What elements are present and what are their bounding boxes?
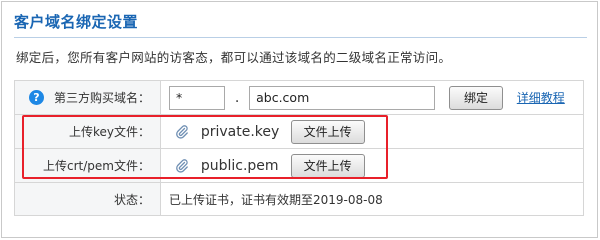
domain-separator: .	[234, 89, 240, 106]
bind-button[interactable]: 绑定	[448, 85, 503, 110]
status-value-cell: 已上传证书，证书有效期至2019-08-08	[160, 182, 584, 216]
status-text: 已上传证书，证书有效期至2019-08-08	[169, 192, 383, 207]
status-label-cell: 状态：	[14, 182, 161, 216]
key-row: 上传key文件： private.key 文件上传	[14, 114, 584, 149]
status-row: 状态： 已上传证书，证书有效期至2019-08-08	[14, 182, 584, 216]
paperclip-icon	[176, 158, 188, 173]
domain-row: ? 第三方购买域名： . 绑定 详细教程	[14, 80, 584, 115]
domain-label: 第三方购买域名：	[53, 91, 150, 105]
cert-row: 上传crt/pem文件： public.pem 文件上传	[14, 148, 584, 183]
paperclip-icon	[176, 124, 188, 139]
domain-value-cell: . 绑定 详细教程	[160, 80, 584, 115]
cert-label: 上传crt/pem文件：	[43, 159, 150, 173]
subdomain-input[interactable]	[169, 85, 225, 110]
key-label-cell: 上传key文件：	[14, 114, 161, 149]
key-label: 上传key文件：	[68, 125, 150, 139]
domain-label-cell: ? 第三方购买域名：	[14, 80, 161, 115]
binding-form: ? 第三方购买域名： . 绑定 详细教程 上传key文件： private.key…	[14, 80, 584, 216]
cert-file-name: public.pem	[200, 157, 279, 174]
page-title: 客户域名绑定设置	[14, 13, 139, 31]
help-icon[interactable]: ?	[28, 90, 44, 105]
key-file-name: private.key	[200, 123, 280, 140]
status-label: 状态：	[113, 192, 150, 207]
cert-label-cell: 上传crt/pem文件：	[14, 148, 161, 183]
cert-value-cell: public.pem 文件上传	[160, 148, 584, 183]
domain-input[interactable]	[249, 85, 436, 110]
key-value-cell: private.key 文件上传	[160, 114, 584, 149]
tutorial-link[interactable]: 详细教程	[517, 89, 565, 106]
page-description: 绑定后，您所有客户网站的访客态，都可以通过该域名的二级域名正常访问。	[16, 50, 452, 65]
key-upload-button[interactable]: 文件上传	[290, 119, 365, 144]
title-divider	[14, 37, 587, 38]
cert-upload-button[interactable]: 文件上传	[290, 153, 365, 178]
